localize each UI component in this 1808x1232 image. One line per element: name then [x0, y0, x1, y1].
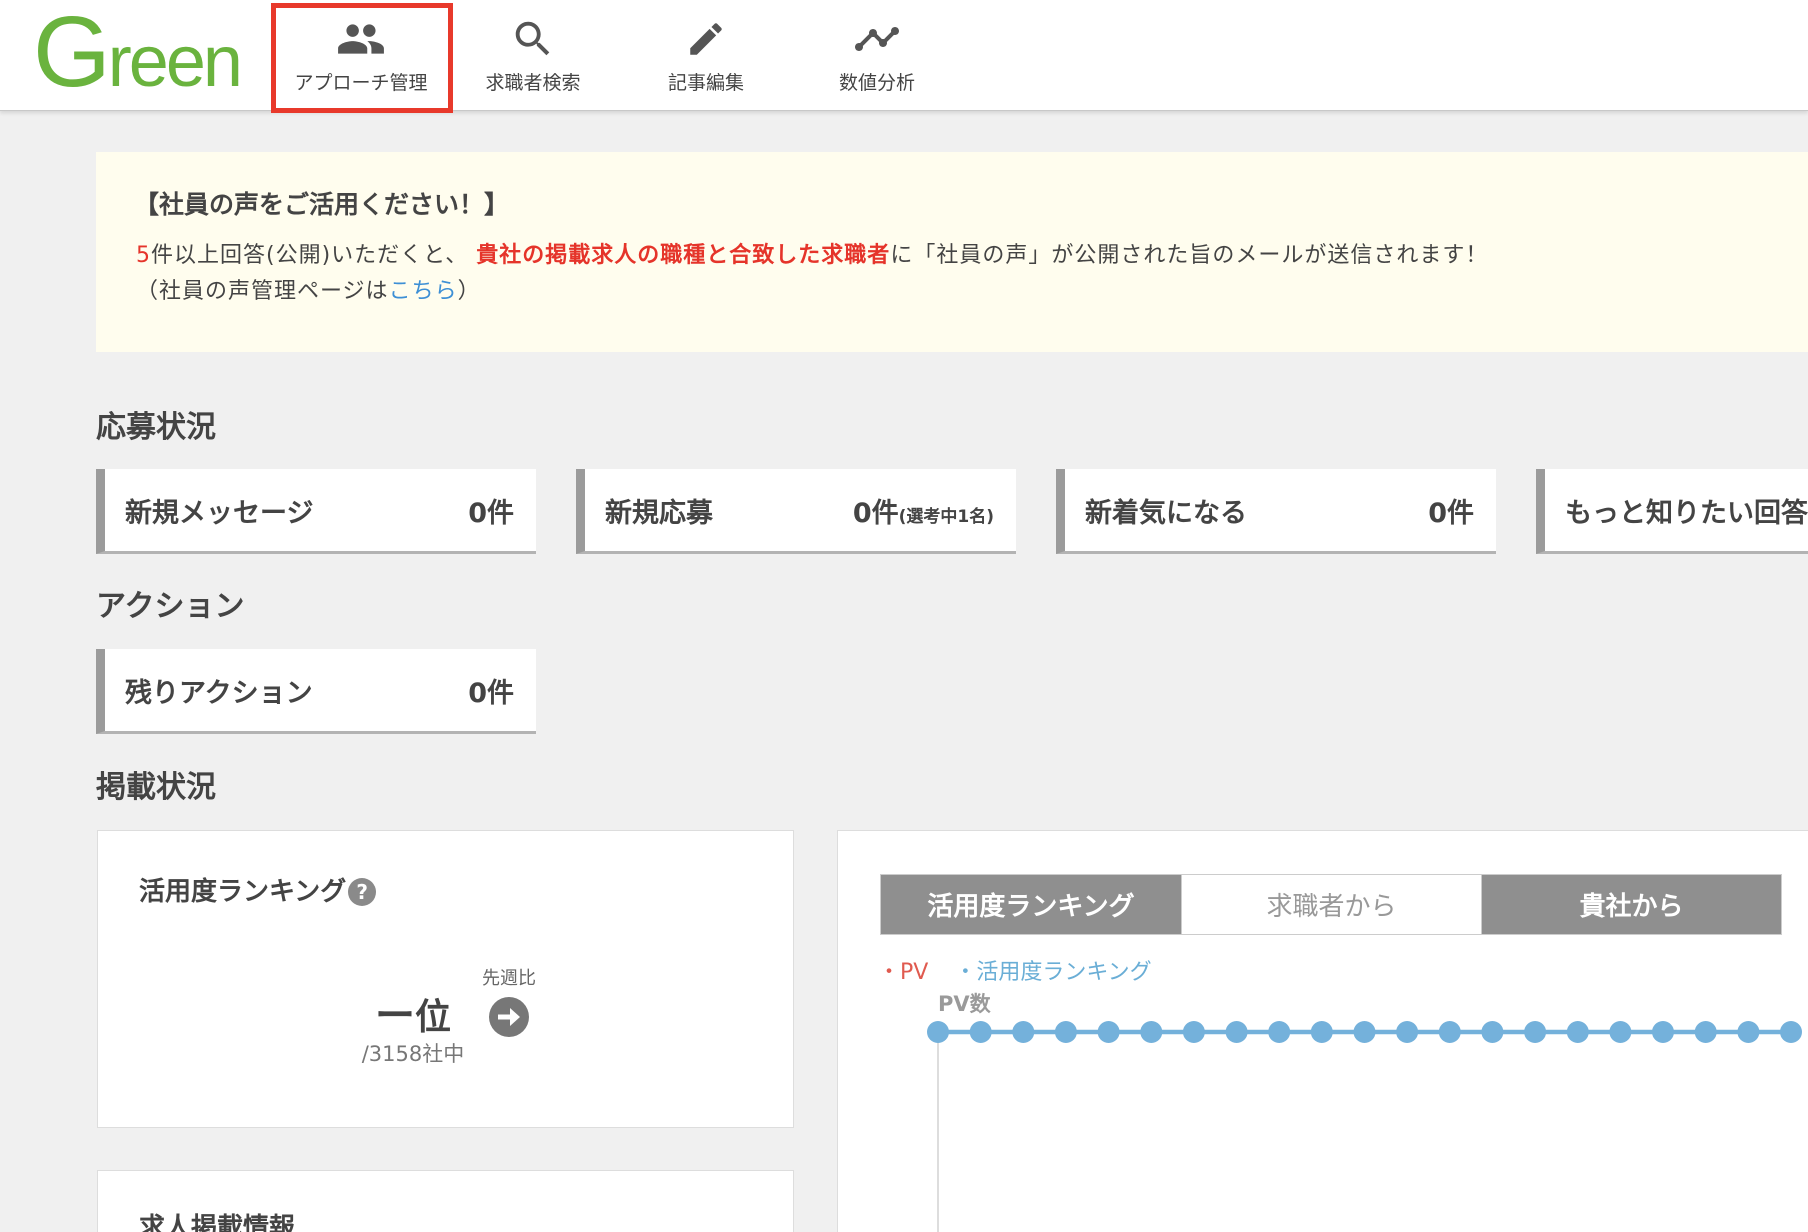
- ranking-point: [1268, 1021, 1291, 1043]
- card-label: 残りアクション: [125, 677, 313, 709]
- ranking-panel: 活用度ランキング ? 先週比 ー位 /3158社中: [97, 830, 794, 1128]
- listing-info-title: 求人掲載情報: [139, 1213, 296, 1232]
- chart-y-label: PV数: [938, 992, 991, 1016]
- legend-ranking[interactable]: ・活用度ランキング: [954, 960, 1151, 985]
- card-remaining-actions[interactable]: 残りアクション 0件: [96, 649, 536, 734]
- banner-text: （社員の声管理ページは: [136, 279, 389, 304]
- ranking-point: [1438, 1021, 1461, 1043]
- logo[interactable]: Green: [33, 4, 243, 110]
- arrow-right-circle-icon: [489, 997, 529, 1037]
- banner-highlight: 貴社の掲載求人の職種と合致した求職者: [476, 243, 891, 268]
- ranking-point: [1140, 1021, 1163, 1043]
- ranking-title: 活用度ランキング ?: [139, 876, 377, 908]
- ranking-point: [1481, 1021, 1504, 1043]
- card-new-messages[interactable]: 新規メッセージ 0件: [96, 469, 536, 554]
- ranking-point: [927, 1021, 949, 1043]
- banner-line-1: 5件以上回答(公開)いただくと、 貴社の掲載求人の職種と合致した求職者に「社員の…: [136, 241, 1488, 271]
- tab-usage-ranking[interactable]: 活用度ランキング: [881, 875, 1181, 934]
- rank-total: /3158社中: [361, 1042, 465, 1066]
- pencil-icon: [620, 16, 792, 62]
- nav-label: 記事編集: [667, 72, 744, 94]
- ranking-point: [1609, 1021, 1632, 1043]
- rank-unit: 位: [414, 997, 451, 1038]
- banner-text: に「社員の声」が公開された旨のメールが送信されます！: [890, 243, 1489, 268]
- rank-number: ー: [374, 993, 415, 1039]
- card-label: 新規メッセージ: [125, 497, 314, 529]
- ranking-title-text: 活用度ランキング: [139, 877, 347, 907]
- nav-job-seeker-search[interactable]: 求職者検索: [447, 0, 619, 111]
- ranking-point: [1524, 1021, 1547, 1043]
- ranking-point: [1652, 1021, 1674, 1043]
- help-icon[interactable]: ?: [348, 878, 377, 906]
- banner-text: 件以上回答(公開)いただくと、: [151, 243, 469, 268]
- ranking-point: [1353, 1021, 1376, 1043]
- ranking-point: [1737, 1021, 1760, 1043]
- card-note: (選考中1名): [898, 506, 994, 527]
- card-value: 0件: [468, 497, 514, 529]
- voice-management-link[interactable]: こちら: [389, 279, 458, 304]
- nav-article-edit[interactable]: 記事編集: [620, 0, 792, 111]
- ranking-point: [1097, 1021, 1120, 1043]
- listing-info-panel: 求人掲載情報: [97, 1170, 794, 1232]
- ranking-point: [1182, 1021, 1205, 1043]
- card-value: 0件: [468, 677, 514, 709]
- nav-label: 数値分析: [838, 72, 915, 94]
- nav-label: 求職者検索: [485, 72, 581, 94]
- ranking-point: [1780, 1021, 1802, 1043]
- banner-text: ）: [457, 279, 481, 304]
- tab-from-company[interactable]: 貴社から: [1481, 875, 1781, 934]
- card-value-group: 0件(選考中1名): [853, 491, 994, 530]
- card-label: 新着気になる: [1085, 497, 1247, 529]
- ranking-point: [1396, 1021, 1419, 1043]
- ranking-point: [1054, 1021, 1077, 1043]
- ranking-point: [1225, 1021, 1248, 1043]
- tab-from-job-seekers[interactable]: 求職者から: [1181, 875, 1481, 934]
- highlight-box: [271, 3, 453, 113]
- ranking-point: [1012, 1021, 1035, 1043]
- line-chart-icon: [791, 16, 963, 62]
- notice-banner: 【社員の声をご活用ください！】 5件以上回答(公開)いただくと、 貴社の掲載求人…: [96, 152, 1808, 352]
- ranking-point: [969, 1021, 992, 1043]
- section-title-applications: 応募状況: [96, 410, 216, 445]
- rank-value: ー位: [313, 994, 513, 1040]
- card-label: 新規応募: [605, 497, 713, 529]
- banner-title: 【社員の声をご活用ください！】: [134, 190, 510, 219]
- ranking-point: [1310, 1021, 1333, 1043]
- banner-line-2: （社員の声管理ページはこちら）: [136, 277, 481, 307]
- card-new-applications[interactable]: 新規応募 0件(選考中1名): [576, 469, 1016, 554]
- card-label: もっと知りたい回答: [1565, 497, 1808, 529]
- card-new-interested[interactable]: 新着気になる 0件: [1056, 469, 1496, 554]
- chart-panel: 活用度ランキング 求職者から 貴社から ・PV ・活用度ランキング PV数: [837, 830, 1808, 1232]
- legend-pv[interactable]: ・PV: [878, 960, 928, 985]
- chart-tabs: 活用度ランキング 求職者から 貴社から: [880, 874, 1782, 935]
- answer-count: 5: [136, 243, 151, 268]
- card-value: 0件: [852, 497, 899, 529]
- card-value: 0件: [1428, 497, 1474, 529]
- ranking-point: [1694, 1021, 1717, 1043]
- card-want-to-know-answers[interactable]: もっと知りたい回答: [1536, 469, 1808, 554]
- chart-legend: ・PV ・活用度ランキング: [878, 959, 1152, 987]
- week-over-week-label: 先週比: [482, 968, 536, 989]
- nav-analytics[interactable]: 数値分析: [791, 0, 963, 111]
- ranking-point: [1566, 1021, 1589, 1043]
- search-icon: [447, 16, 619, 62]
- section-title-actions: アクション: [96, 589, 245, 624]
- section-title-listings: 掲載状況: [96, 770, 216, 805]
